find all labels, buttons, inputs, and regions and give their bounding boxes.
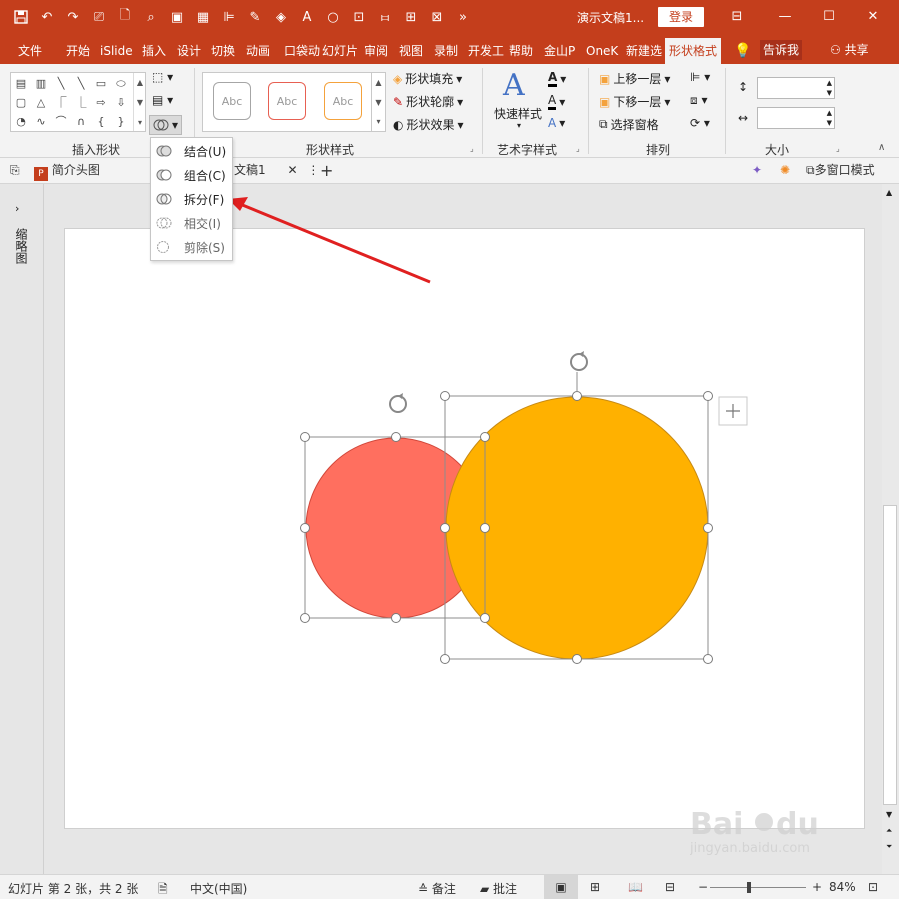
subtract-icon xyxy=(157,241,169,253)
rotate-handle-red-icon[interactable] xyxy=(389,393,407,413)
merge-shapes-menu: 结合(U) 组合(C) 拆分(F) 相交(I) 剪除(S) xyxy=(150,137,233,261)
menu-subtract[interactable]: 剪除(S) xyxy=(151,236,232,258)
menu-intersect[interactable]: 相交(I) xyxy=(151,212,232,234)
menu-union[interactable]: 结合(U) xyxy=(151,140,232,162)
rotate-handle-orange-icon[interactable] xyxy=(570,351,588,371)
combine-icon xyxy=(156,169,172,181)
fragment-icon xyxy=(156,193,172,205)
annotation-arrow xyxy=(239,202,431,284)
menu-combine[interactable]: 组合(C) xyxy=(151,164,232,186)
intersect-icon xyxy=(156,217,172,229)
menu-fragment[interactable]: 拆分(F) xyxy=(151,188,232,210)
union-icon xyxy=(156,145,172,157)
slide-shapes xyxy=(228,197,748,664)
